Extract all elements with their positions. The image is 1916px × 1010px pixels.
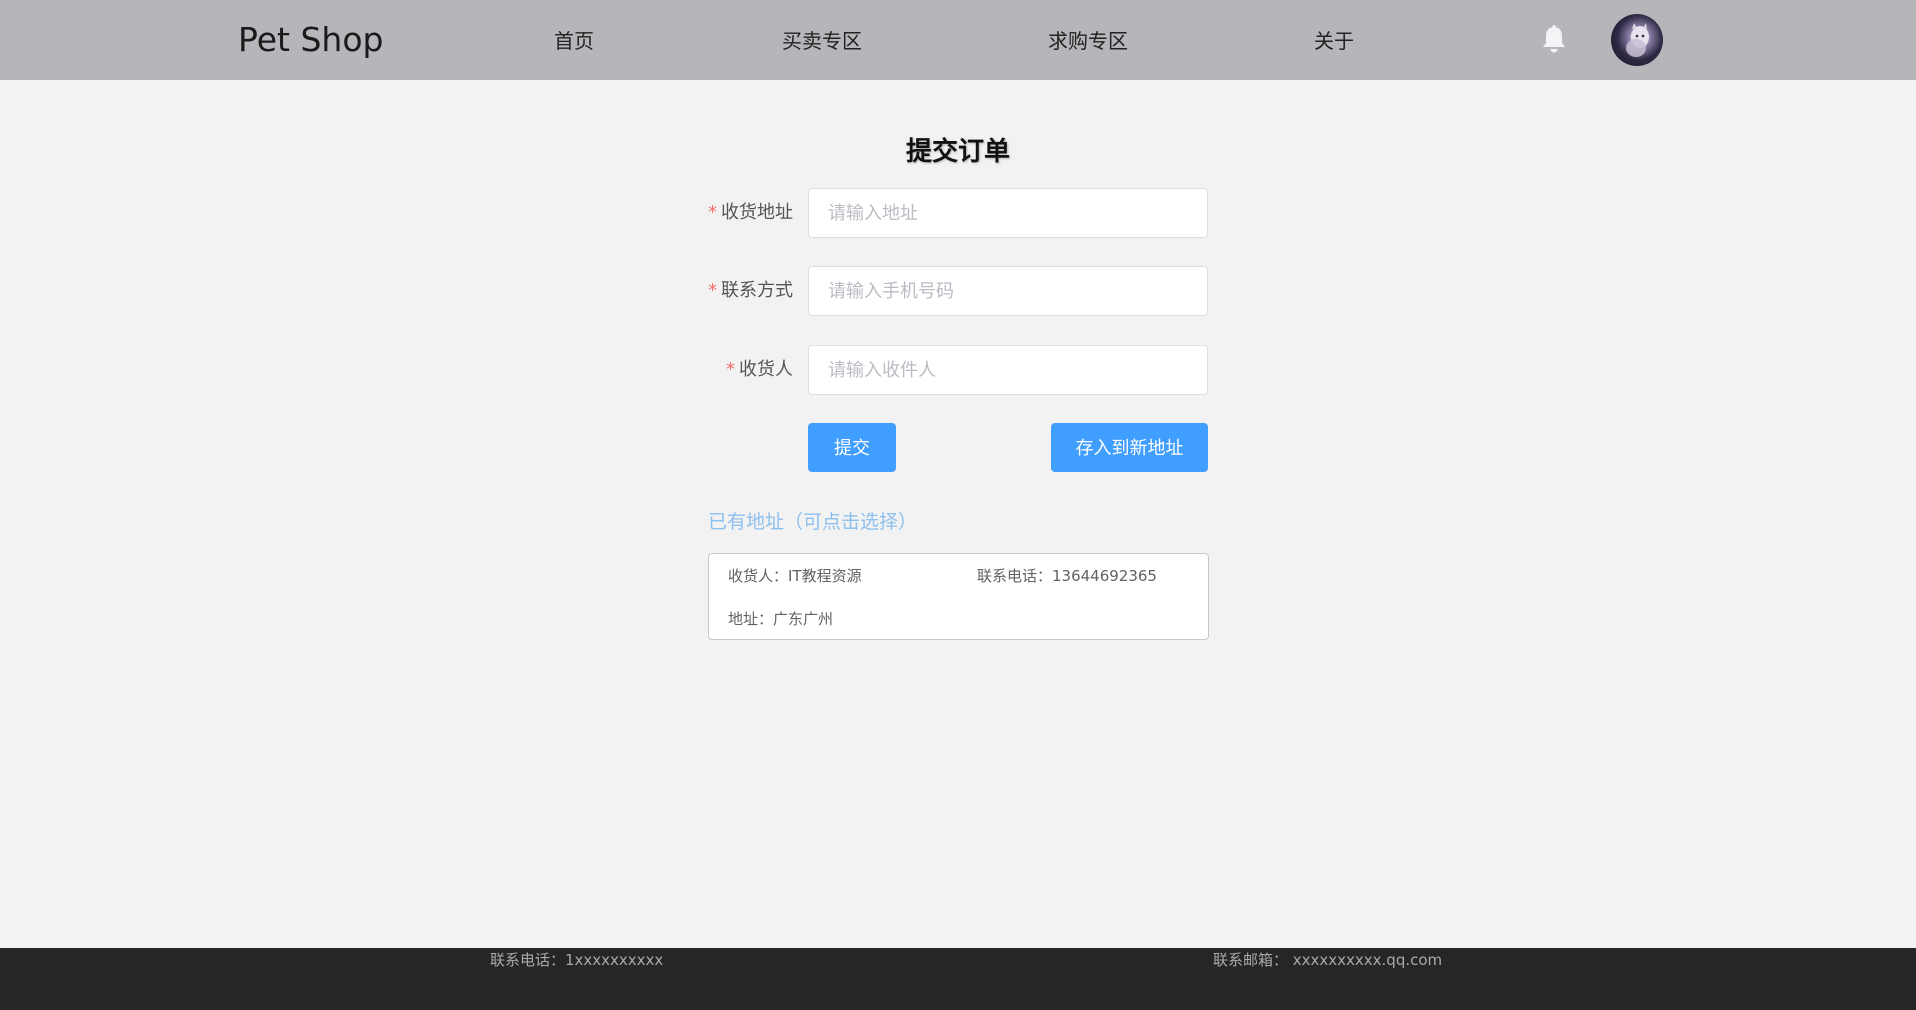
top-navbar: Pet Shop 首页 买卖专区 求购专区 关于	[0, 0, 1916, 80]
address-receiver: 收货人：IT教程资源	[728, 567, 862, 585]
nav-trade-zone[interactable]: 买卖专区	[782, 26, 862, 56]
receiver-label: * 收货人	[726, 359, 793, 380]
required-mark: *	[726, 359, 735, 380]
save-new-address-button[interactable]: 存入到新地址	[1051, 423, 1208, 472]
address-card[interactable]: 收货人：IT教程资源 联系电话：13644692365 地址：广东广州	[708, 553, 1209, 640]
address-location: 地址：广东广州	[728, 610, 834, 628]
phone-input[interactable]	[808, 266, 1208, 316]
avatar[interactable]	[1611, 14, 1663, 66]
brand-logo-text[interactable]: Pet Shop	[238, 20, 383, 60]
receiver-input[interactable]	[808, 345, 1208, 395]
submit-button[interactable]: 提交	[808, 423, 896, 472]
required-mark: *	[708, 280, 717, 301]
nav-wanted-zone[interactable]: 求购专区	[1048, 26, 1128, 56]
required-mark: *	[708, 202, 717, 223]
contact-row: * 联系方式	[700, 266, 1210, 316]
page-title: 提交订单	[905, 137, 1010, 167]
footer-email: 联系邮箱： xxxxxxxxxx.qq.com	[1213, 951, 1443, 969]
address-row: * 收货地址	[700, 188, 1210, 238]
receiver-row: * 收货人	[700, 345, 1210, 395]
footer: 联系电话：1xxxxxxxxxx 联系邮箱： xxxxxxxxxx.qq.com	[0, 948, 1916, 1010]
address-phone: 联系电话：13644692365	[977, 567, 1157, 585]
contact-label: * 联系方式	[708, 280, 793, 301]
address-label: * 收货地址	[708, 202, 793, 223]
existing-addresses-title: 已有地址（可点击选择）	[708, 511, 918, 533]
nav-about[interactable]: 关于	[1314, 26, 1354, 56]
bell-icon[interactable]	[1539, 24, 1569, 56]
nav-home[interactable]: 首页	[554, 26, 594, 56]
address-input[interactable]	[808, 188, 1208, 238]
footer-phone: 联系电话：1xxxxxxxxxx	[490, 951, 664, 969]
